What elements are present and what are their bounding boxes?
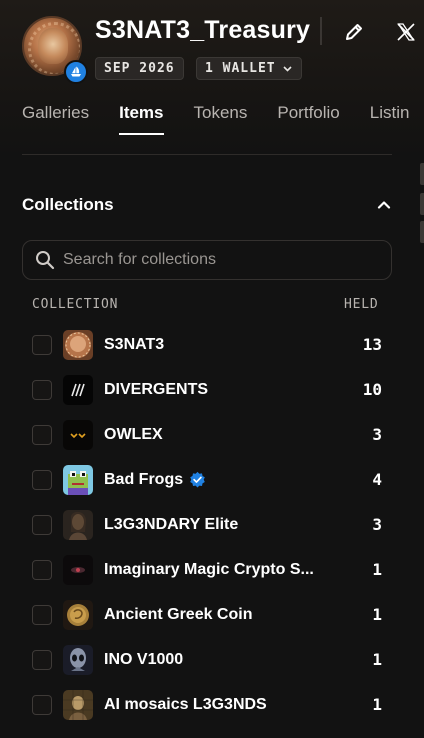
- column-header-collection: COLLECTION: [32, 297, 119, 312]
- search-icon: [36, 251, 55, 270]
- collection-row[interactable]: S3NAT3 13: [0, 322, 424, 367]
- collection-checkbox[interactable]: [32, 379, 52, 400]
- collection-name: L3G3NDARY Elite: [104, 516, 238, 534]
- collection-name-text: DIVERGENTS: [104, 380, 209, 398]
- collection-name: S3NAT3: [104, 336, 164, 354]
- pencil-icon: [346, 24, 362, 40]
- collection-name-text: OWLEX: [104, 425, 163, 443]
- collection-checkbox[interactable]: [32, 604, 52, 625]
- collection-thumbnail: [63, 599, 93, 630]
- collection-thumbnail: [63, 689, 93, 720]
- edit-profile-button[interactable]: [340, 18, 368, 46]
- collection-checkbox[interactable]: [32, 334, 52, 355]
- collection-name: AI mosaics L3G3NDS: [104, 696, 267, 714]
- collection-row[interactable]: DIVERGENTS 10: [0, 367, 424, 412]
- search-input[interactable]: [63, 251, 383, 269]
- collection-row[interactable]: Ancient Greek Coin 1: [0, 592, 424, 637]
- collection-name: Bad Frogs: [104, 471, 206, 489]
- edge-panel-handle[interactable]: [420, 221, 424, 243]
- collection-checkbox[interactable]: [32, 649, 52, 670]
- tab-listings[interactable]: Listin: [370, 103, 410, 135]
- held-count: 10: [362, 380, 382, 399]
- collection-thumbnail: [63, 464, 93, 495]
- opensea-badge-icon: [64, 60, 88, 84]
- x-logo-icon: [397, 23, 415, 41]
- held-count: 1: [372, 695, 382, 714]
- held-count: 3: [372, 515, 382, 534]
- collection-name-text: S3NAT3: [104, 335, 165, 353]
- collection-checkbox[interactable]: [32, 559, 52, 580]
- collection-row[interactable]: Bad Frogs 4: [0, 457, 424, 502]
- profile-avatar[interactable]: [22, 16, 88, 84]
- collection-thumbnail: [63, 644, 93, 675]
- collection-row[interactable]: Imaginary Magic Crypto S... 1: [0, 547, 424, 592]
- profile-tabs: Galleries Items Tokens Portfolio Listin: [22, 103, 424, 135]
- collection-thumbnail: [63, 329, 93, 360]
- collection-name: DIVERGENTS: [104, 381, 208, 399]
- collection-name-text: AI mosaics L3G3NDS: [104, 695, 267, 713]
- held-count: 4: [372, 470, 382, 489]
- joined-date-label: SEP 2026: [104, 61, 175, 76]
- column-header-held[interactable]: HELD: [344, 297, 379, 312]
- collection-name-text: Ancient Greek Coin: [104, 605, 253, 623]
- collection-checkbox[interactable]: [32, 694, 52, 715]
- collection-checkbox[interactable]: [32, 469, 52, 490]
- profile-name: S3NAT3_Treasury: [95, 16, 311, 44]
- collection-checkbox[interactable]: [32, 424, 52, 445]
- tab-tokens[interactable]: Tokens: [194, 103, 248, 135]
- collection-name: OWLEX: [104, 426, 163, 444]
- chevron-up-icon: [377, 201, 391, 209]
- collection-row[interactable]: AI mosaics L3G3NDS 1: [0, 682, 424, 727]
- collection-thumbnail: [63, 554, 93, 585]
- held-count: 3: [372, 425, 382, 444]
- collection-name-text: INO V1000: [104, 650, 184, 668]
- collection-thumbnail: [63, 374, 93, 405]
- held-count: 1: [372, 605, 382, 624]
- collection-thumbnail: [63, 509, 93, 540]
- collection-name: Ancient Greek Coin: [104, 606, 252, 624]
- chevron-down-icon: [283, 66, 292, 72]
- collection-name-text: Bad Frogs: [104, 470, 184, 488]
- verified-check-icon: [189, 471, 206, 488]
- tabs-divider: [22, 154, 392, 155]
- header-divider: [320, 17, 322, 45]
- collection-name: INO V1000: [104, 651, 183, 669]
- collection-row[interactable]: INO V1000 1: [0, 637, 424, 682]
- collection-row[interactable]: OWLEX 3: [0, 412, 424, 457]
- edge-panel-handle[interactable]: [420, 163, 424, 185]
- wallet-count-label: 1 WALLET: [205, 61, 276, 76]
- collections-section-header[interactable]: Collections: [22, 190, 392, 220]
- tab-portfolio[interactable]: Portfolio: [277, 103, 339, 135]
- x-social-button[interactable]: [392, 18, 420, 46]
- collection-name: Imaginary Magic Crypto S...: [104, 561, 314, 579]
- collection-name-text: L3G3NDARY Elite: [104, 515, 239, 533]
- tab-galleries[interactable]: Galleries: [22, 103, 89, 135]
- collections-search[interactable]: [22, 240, 392, 280]
- held-count: 13: [362, 335, 382, 354]
- collection-thumbnail: [63, 419, 93, 450]
- collection-row[interactable]: L3G3NDARY Elite 3: [0, 502, 424, 547]
- joined-date-chip: SEP 2026: [95, 57, 184, 80]
- held-count: 1: [372, 650, 382, 669]
- tab-items[interactable]: Items: [119, 103, 164, 135]
- collection-name-text: Imaginary Magic Crypto S...: [104, 560, 314, 578]
- wallet-selector-chip[interactable]: 1 WALLET: [196, 57, 302, 80]
- collections-title: Collections: [22, 195, 114, 214]
- edge-panel-handle[interactable]: [420, 193, 424, 215]
- collection-checkbox[interactable]: [32, 514, 52, 535]
- held-count: 1: [372, 560, 382, 579]
